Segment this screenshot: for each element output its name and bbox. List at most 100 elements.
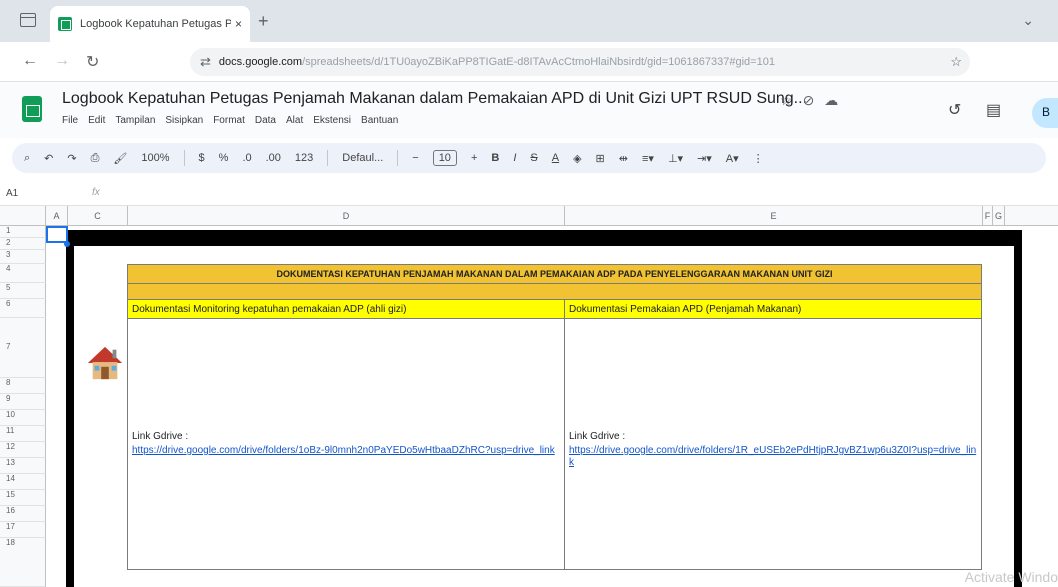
row-header[interactable]: 7 — [0, 318, 46, 378]
fill-handle[interactable] — [64, 241, 70, 247]
print-icon[interactable]: ⎙ — [91, 152, 100, 165]
bookmark-star-icon[interactable]: ☆ — [950, 54, 962, 70]
menu-insert[interactable]: Sisipkan — [165, 115, 203, 126]
row-header[interactable]: 15 — [0, 490, 46, 506]
toolbar-divider — [397, 150, 399, 166]
row-header[interactable]: 17 — [0, 522, 46, 538]
documentation-table: DOKUMENTASI KEPATUHAN PENJAMAH MAKANAN D… — [127, 264, 982, 570]
row-header[interactable]: 4 — [0, 264, 46, 283]
column-header[interactable]: C — [68, 206, 128, 226]
row-header[interactable]: 8 — [0, 378, 46, 394]
menu-file[interactable]: File — [62, 115, 78, 126]
windows-activation-watermark: Activate Windo — [964, 569, 1058, 585]
menu-tools[interactable]: Alat — [286, 115, 303, 126]
name-box[interactable]: A1 — [6, 188, 18, 199]
document-title[interactable]: Logbook Kepatuhan Petugas Penjamah Makan… — [62, 90, 807, 108]
horizontal-align-icon[interactable]: ≡▾ — [642, 152, 654, 165]
spreadsheet-grid[interactable]: A C D E F G 1 2 3 4 5 6 7 8 9 10 11 12 1… — [0, 206, 1058, 587]
decrease-decimal-button[interactable]: .0 — [242, 152, 251, 164]
row-header[interactable]: 1 — [0, 226, 46, 238]
font-size-decrease-button[interactable]: − — [412, 152, 418, 164]
menu-help[interactable]: Bantuan — [361, 115, 398, 126]
tab-overview-icon[interactable] — [20, 13, 36, 27]
row-header[interactable]: 9 — [0, 394, 46, 410]
increase-decimal-button[interactable]: .00 — [266, 152, 281, 164]
text-rotation-icon[interactable]: A▾ — [726, 152, 739, 165]
star-icon[interactable]: ☆ — [780, 92, 803, 108]
toolbar-divider — [327, 150, 329, 166]
font-select[interactable]: Defaul... — [342, 152, 383, 164]
strikethrough-button[interactable]: S — [530, 152, 537, 164]
text-color-button[interactable]: A — [552, 152, 559, 164]
row-header[interactable]: 5 — [0, 283, 46, 299]
row-header[interactable]: 10 — [0, 410, 46, 426]
menu-edit[interactable]: Edit — [88, 115, 105, 126]
row-header[interactable]: 11 — [0, 426, 46, 442]
toolbar: ⌕ ↶ ↷ ⎙ 🖌 100% $ % .0 .00 123 Defaul... … — [12, 143, 1046, 173]
borders-icon[interactable]: ⊞ — [596, 152, 605, 165]
column-header[interactable]: A — [46, 206, 68, 226]
select-all-corner[interactable] — [0, 206, 46, 226]
redo-icon[interactable]: ↷ — [67, 152, 76, 165]
reload-icon[interactable]: ↻ — [86, 52, 99, 72]
undo-icon[interactable]: ↶ — [44, 152, 53, 165]
column-header[interactable]: F — [983, 206, 993, 226]
column-header[interactable]: G — [993, 206, 1005, 226]
row-header[interactable]: 3 — [0, 250, 46, 264]
percent-button[interactable]: % — [219, 152, 229, 164]
currency-button[interactable]: $ — [199, 152, 205, 164]
forward-icon[interactable]: → — [54, 52, 70, 70]
usage-drive-link[interactable]: https://drive.google.com/drive/folders/1… — [569, 445, 979, 469]
comments-icon[interactable]: ▤ — [986, 100, 1001, 120]
menu-format[interactable]: Format — [213, 115, 245, 126]
table-title[interactable]: DOKUMENTASI KEPATUHAN PENJAMAH MAKANAN D… — [128, 265, 981, 284]
row-header[interactable]: 18 — [0, 538, 46, 587]
font-size-increase-button[interactable]: + — [471, 152, 477, 164]
merge-cells-icon[interactable]: ⇹ — [619, 152, 628, 165]
usage-link-cell[interactable]: Link Gdrive : https://drive.google.com/d… — [565, 319, 981, 569]
number-format-button[interactable]: 123 — [295, 152, 313, 164]
sheets-logo-icon[interactable] — [22, 96, 42, 122]
search-menus-icon[interactable]: ⌕ — [24, 152, 30, 165]
browser-tab[interactable]: Logbook Kepatuhan Petugas P × — [50, 6, 250, 42]
fill-color-icon[interactable]: ◈ — [573, 152, 581, 165]
cloud-status-icon[interactable]: ☁ — [824, 92, 848, 108]
column-header-blank — [1005, 206, 1058, 226]
font-size-input[interactable]: 10 — [432, 150, 457, 166]
italic-button[interactable]: I — [513, 152, 516, 164]
table-title-spacer[interactable] — [128, 284, 981, 300]
title-actions: ☆⊘☁ — [780, 92, 848, 109]
usage-header-cell[interactable]: Dokumentasi Pemakaian APD (Penjamah Maka… — [565, 300, 981, 318]
url-field[interactable]: ⇄ docs.google.com /spreadsheets/d/1TU0ay… — [190, 48, 970, 76]
row-header[interactable]: 6 — [0, 299, 46, 318]
bold-button[interactable]: B — [491, 152, 499, 164]
tab-close-icon[interactable]: × — [235, 17, 242, 31]
monitoring-header-cell[interactable]: Dokumentasi Monitoring kepatuhan pemakai… — [128, 300, 565, 318]
text-wrap-icon[interactable]: ⇥▾ — [697, 152, 712, 165]
back-icon[interactable]: ← — [22, 52, 38, 70]
monitoring-link-cell[interactable]: Link Gdrive : https://drive.google.com/d… — [128, 319, 565, 569]
tab-search-chevron-icon[interactable]: ⌄ — [1022, 12, 1034, 29]
share-button[interactable]: B — [1032, 98, 1058, 128]
history-icon[interactable]: ↺ — [948, 100, 961, 120]
monitoring-drive-link[interactable]: https://drive.google.com/drive/folders/1… — [132, 445, 562, 457]
home-icon[interactable] — [86, 344, 124, 382]
column-header[interactable]: D — [128, 206, 565, 226]
row-header[interactable]: 16 — [0, 506, 46, 522]
more-options-icon[interactable]: ⋮ — [753, 152, 764, 165]
zoom-select[interactable]: 100% — [141, 152, 169, 164]
row-header[interactable]: 12 — [0, 442, 46, 458]
menu-data[interactable]: Data — [255, 115, 276, 126]
menu-view[interactable]: Tampilan — [115, 115, 155, 126]
new-tab-button[interactable]: + — [258, 11, 269, 32]
row-header[interactable]: 2 — [0, 238, 46, 250]
move-icon[interactable]: ⊘ — [803, 92, 825, 108]
link-label: Link Gdrive : — [569, 431, 626, 442]
paint-format-icon[interactable]: 🖌 — [113, 152, 127, 165]
vertical-align-icon[interactable]: ⊥▾ — [668, 152, 683, 165]
row-header[interactable]: 13 — [0, 458, 46, 474]
site-info-icon[interactable]: ⇄ — [200, 54, 211, 70]
menu-extensions[interactable]: Ekstensi — [313, 115, 351, 126]
column-header[interactable]: E — [565, 206, 983, 226]
row-header[interactable]: 14 — [0, 474, 46, 490]
